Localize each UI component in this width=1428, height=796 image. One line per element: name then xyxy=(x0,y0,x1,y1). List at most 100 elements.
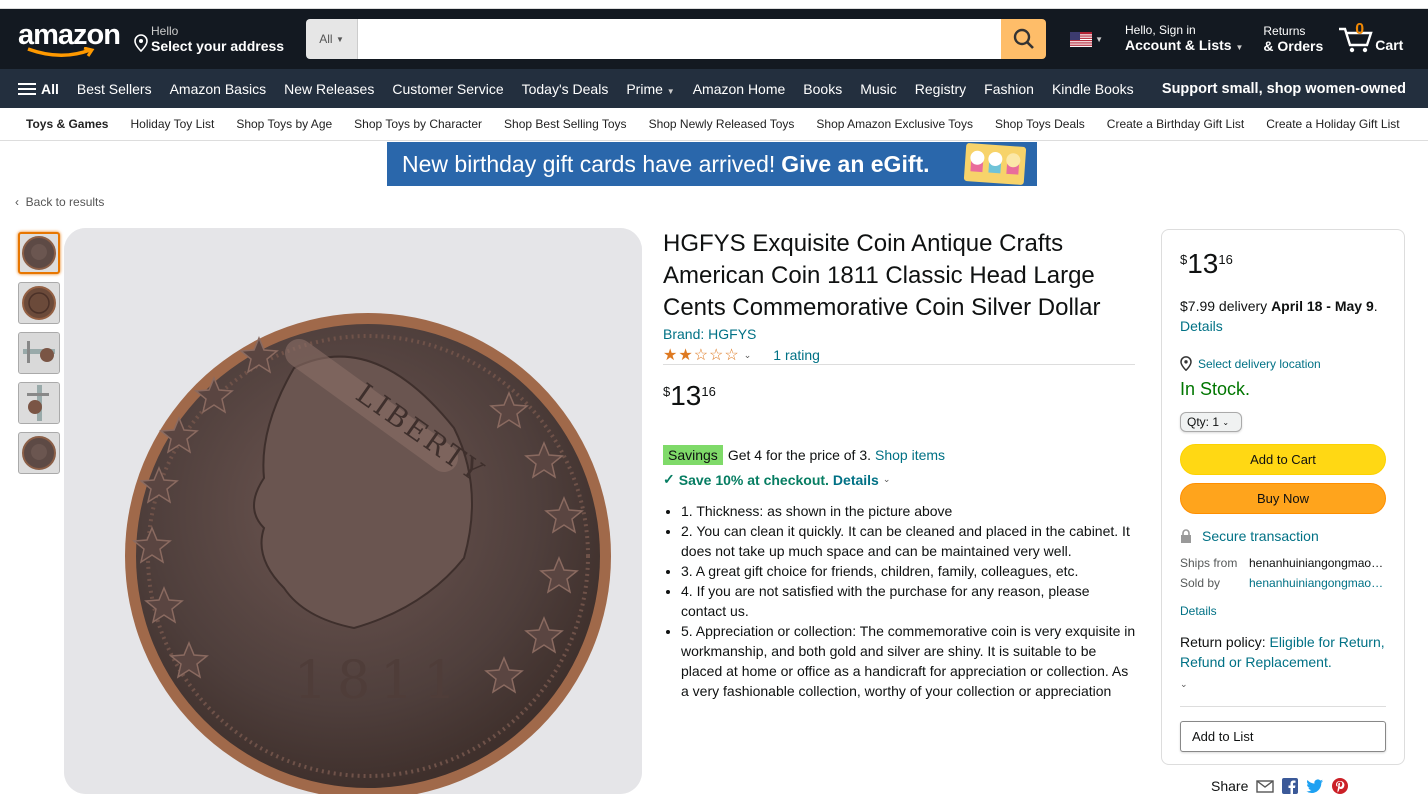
search-icon xyxy=(1013,28,1034,49)
product-title: HGFYS Exquisite Coin Antique Crafts Amer… xyxy=(663,230,1101,321)
chevron-down-icon[interactable]: ⌄ xyxy=(883,474,891,485)
nav-item-new-releases[interactable]: New Releases xyxy=(284,81,374,97)
price-fraction: 16 xyxy=(1218,252,1233,267)
subnav-item[interactable]: Shop Toys Deals xyxy=(995,117,1085,131)
coin-thumb-image xyxy=(22,436,56,470)
nav-item-todays-deals[interactable]: Today's Deals xyxy=(522,81,609,97)
amazon-logo[interactable]: amazon xyxy=(16,17,121,61)
buy-now-button[interactable]: Buy Now xyxy=(1180,483,1386,514)
add-to-list-button[interactable]: Add to List xyxy=(1180,721,1386,752)
coupon-details-link[interactable]: Details xyxy=(833,472,879,488)
coin-year-text: 1811 xyxy=(294,651,466,711)
search-input[interactable] xyxy=(358,19,1002,59)
star-rating[interactable]: ★★☆☆☆ xyxy=(663,345,740,365)
nav-item-amazon-home[interactable]: Amazon Home xyxy=(693,81,786,97)
all-menu-button[interactable]: All xyxy=(18,81,59,97)
subnav-item[interactable]: Shop Amazon Exclusive Toys xyxy=(816,117,973,131)
coin-image: LIBERTY 1811 xyxy=(64,228,642,794)
all-label: All xyxy=(41,80,59,97)
smile-icon xyxy=(27,47,95,57)
nav-item-registry[interactable]: Registry xyxy=(915,81,966,97)
language-selector[interactable]: ▼ xyxy=(1070,31,1103,47)
feature-bullet: 4. If you are not satisfied with the pur… xyxy=(681,581,1137,621)
thumbnail-coin-front-2[interactable] xyxy=(18,432,60,474)
rating-count-link[interactable]: 1 rating xyxy=(773,347,820,363)
feature-bullet: 1. Thickness: as shown in the picture ab… xyxy=(681,501,1137,521)
nav-item-books[interactable]: Books xyxy=(803,81,842,97)
email-icon[interactable] xyxy=(1256,779,1275,793)
sold-by-link[interactable]: henanhuiniangongmaoyouxiangongsi xyxy=(1249,576,1384,590)
checkmark-icon: ✓ xyxy=(663,471,675,487)
subnav-item[interactable]: Holiday Toy List xyxy=(130,117,214,131)
nav-promo-link[interactable]: Support small, shop women-owned xyxy=(1162,81,1406,97)
thumbnail-coin-back[interactable] xyxy=(18,282,60,324)
secure-label: Secure transaction xyxy=(1202,528,1319,544)
caliper-thumb-image xyxy=(19,333,59,373)
address-greeting: Hello xyxy=(151,24,179,38)
share-label: Share xyxy=(1211,778,1249,794)
price-whole: 13 xyxy=(670,380,702,411)
search-button[interactable] xyxy=(1001,19,1047,59)
chevron-down-icon: ▼ xyxy=(335,34,344,44)
location-pin-icon xyxy=(1180,356,1192,371)
account-greeting: Hello, Sign in xyxy=(1124,22,1196,37)
cupcakes-card-image xyxy=(963,142,1027,186)
chevron-down-icon[interactable]: ⌄ xyxy=(1180,679,1188,689)
promo-banner[interactable]: New birthday gift cards have arrived! Gi… xyxy=(387,142,1037,186)
savings-badge: Savings xyxy=(663,445,723,465)
quantity-select[interactable]: Qty: 1 ⌄ xyxy=(1180,412,1242,432)
brand-link[interactable]: Brand: HGFYS xyxy=(663,326,756,342)
subnav-item[interactable]: Shop Toys by Character xyxy=(354,117,482,131)
nav-item-prime[interactable]: Prime ▼ xyxy=(626,81,674,97)
subnav-item-toys-games[interactable]: Toys & Games xyxy=(26,117,108,131)
main-product-image[interactable]: LIBERTY 1811 xyxy=(64,228,642,794)
coin-thumb-image xyxy=(22,236,56,270)
address-label: Select your address xyxy=(151,38,285,54)
cart-button[interactable]: 0 Cart xyxy=(1337,21,1404,53)
price-symbol: $ xyxy=(663,384,671,399)
shop-items-link[interactable]: Shop items xyxy=(875,447,945,463)
subnav-item[interactable]: Shop Newly Released Toys xyxy=(649,117,795,131)
add-to-cart-button[interactable]: Add to Cart xyxy=(1180,444,1386,475)
delivery-address[interactable]: Hello Select your address xyxy=(134,24,284,54)
coupon-row: ✓ Save 10% at checkout. Details ⌄ xyxy=(663,471,890,488)
nav-item-music[interactable]: Music xyxy=(860,81,897,97)
back-to-results-link[interactable]: ‹ Back to results xyxy=(15,195,104,209)
subnav-item[interactable]: Shop Toys by Age xyxy=(236,117,332,131)
thumbnail-caliper-1[interactable] xyxy=(18,332,60,374)
facebook-icon[interactable] xyxy=(1282,778,1299,794)
subnav-item[interactable]: Create a Birthday Gift List xyxy=(1107,117,1244,131)
delivery-location-link[interactable]: Select delivery location xyxy=(1180,356,1386,371)
chevron-down-icon: ⌄ xyxy=(1222,417,1230,427)
savings-text: Get 4 for the price of 3. xyxy=(727,447,871,463)
nav-item-fashion[interactable]: Fashion xyxy=(984,81,1034,97)
returns-orders[interactable]: Returns & Orders xyxy=(1263,24,1323,54)
cart-count: 0 xyxy=(1355,21,1365,38)
delivery-location-label: Select delivery location xyxy=(1198,356,1321,371)
location-pin-icon xyxy=(134,34,148,52)
cart-label: Cart xyxy=(1375,37,1404,53)
twitter-icon[interactable] xyxy=(1306,778,1324,794)
price-fraction: 16 xyxy=(701,384,716,399)
chevron-down-icon[interactable]: ⌄ xyxy=(744,350,752,361)
secure-transaction[interactable]: Secure transaction xyxy=(1180,528,1386,544)
search-category-label: All xyxy=(319,32,333,46)
nav-item-kindle-books[interactable]: Kindle Books xyxy=(1052,81,1134,97)
pinterest-icon[interactable] xyxy=(1332,778,1349,794)
nav-item-best-sellers[interactable]: Best Sellers xyxy=(77,81,152,97)
thumbnail-caliper-2[interactable] xyxy=(18,382,60,424)
banner-text: New birthday gift cards have arrived! xyxy=(402,150,776,177)
nav-item-customer-service[interactable]: Customer Service xyxy=(392,81,503,97)
thumbnail-coin-front[interactable] xyxy=(18,232,60,274)
savings-row: Savings Get 4 for the price of 3. Shop i… xyxy=(663,445,945,465)
browser-top-strip xyxy=(0,0,1428,9)
delivery-details-link[interactable]: Details xyxy=(1180,318,1223,334)
subnav-item[interactable]: Create a Holiday Gift List xyxy=(1266,117,1399,131)
nav-item-amazon-basics[interactable]: Amazon Basics xyxy=(170,81,266,97)
details-link[interactable]: Details xyxy=(1180,604,1386,618)
quantity-label: Qty: 1 xyxy=(1187,415,1220,429)
delivery-info: $7.99 delivery April 18 - May 9. Details xyxy=(1180,298,1378,334)
account-menu[interactable]: Hello, Sign in Account & Lists ▼ xyxy=(1125,23,1243,56)
search-category-select[interactable]: All ▼ xyxy=(306,19,359,59)
subnav-item[interactable]: Shop Best Selling Toys xyxy=(504,117,627,131)
